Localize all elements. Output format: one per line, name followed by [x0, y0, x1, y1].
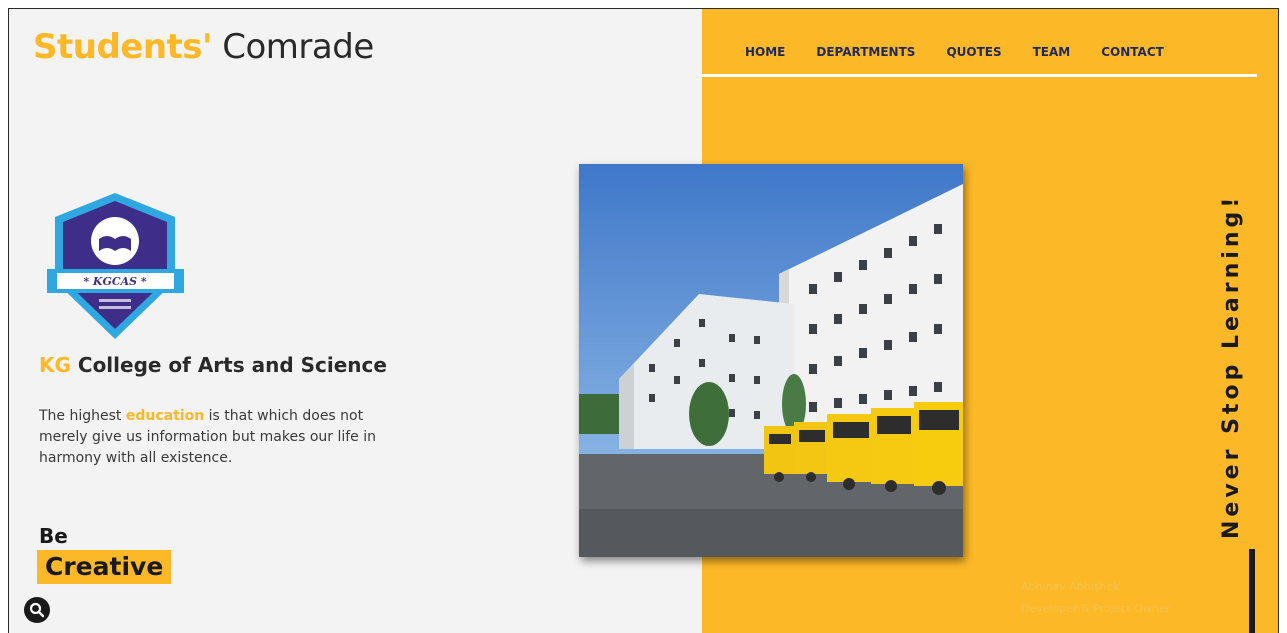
nav-home[interactable]: HOME — [745, 45, 785, 59]
brand-part-2: Comrade — [211, 27, 374, 67]
page-frame: Students' Comrade HOME DEPARTMENTS QUOTE… — [8, 8, 1279, 633]
main-nav: HOME DEPARTMENTS QUOTES TEAM CONTACT — [745, 45, 1164, 59]
svg-text:* KGCAS *: * KGCAS * — [83, 275, 147, 288]
college-prefix: KG — [39, 353, 71, 377]
tag-line-2: Creative — [37, 550, 172, 584]
campus-photo — [579, 164, 963, 557]
nav-underline — [702, 74, 1257, 77]
college-name-text: College of Arts and Science — [70, 353, 387, 377]
college-crest-logo: * KGCAS * — [47, 193, 184, 339]
side-bar — [1249, 549, 1255, 633]
nav-contact[interactable]: CONTACT — [1101, 45, 1164, 59]
quote-before: The highest — [39, 408, 126, 424]
college-name: KG College of Arts and Science — [39, 353, 387, 377]
footer-line-2: Developer & Project Owner — [1021, 602, 1171, 615]
site-brand[interactable]: Students' Comrade — [33, 27, 374, 67]
search-icon — [29, 602, 45, 618]
brand-part-1: Students' — [33, 27, 212, 67]
tag-line-1: Be — [39, 524, 68, 548]
side-tagline: Never Stop Learning! — [1219, 193, 1244, 539]
nav-departments[interactable]: DEPARTMENTS — [816, 45, 915, 59]
footer-credit: Abhinav Abhishek Developer & Project Own… — [1021, 576, 1170, 620]
footer-line-1: Abhinav Abhishek — [1021, 580, 1120, 593]
college-quote: The highest education is that which does… — [39, 406, 384, 469]
search-button[interactable] — [24, 597, 50, 623]
quote-highlight: education — [125, 408, 205, 424]
nav-quotes[interactable]: QUOTES — [946, 45, 1001, 59]
nav-team[interactable]: TEAM — [1033, 45, 1071, 59]
